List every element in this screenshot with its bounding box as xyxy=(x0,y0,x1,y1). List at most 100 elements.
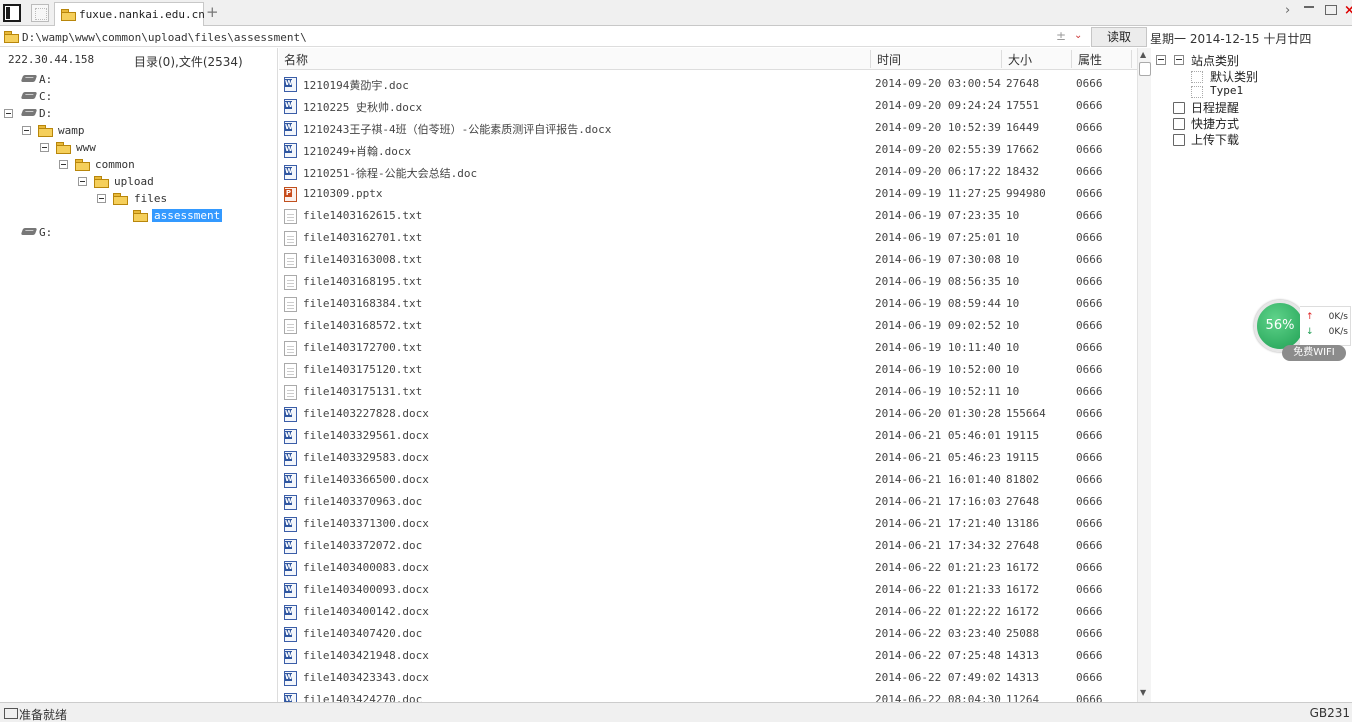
file-row[interactable]: file1403175131.txt 2014-06-19 10:52:11 10 0… xyxy=(279,381,1137,403)
file-row[interactable]: 1210309.pptx 2014-09-19 11:27:25 994980 066… xyxy=(279,183,1137,205)
file-attr: 0666 xyxy=(1076,649,1103,662)
site-category-label: 站点类别 xyxy=(1191,54,1240,68)
date-display: 星期一 2014-12-15 十月廿四 xyxy=(1150,32,1312,46)
schedule-label: 日程提醒 xyxy=(1191,101,1240,115)
file-row[interactable]: file1403168195.txt 2014-06-19 08:56:35 10 0… xyxy=(279,271,1137,293)
plus-minus-icon[interactable]: ± xyxy=(1056,29,1066,43)
encoding-indicator[interactable]: GB231 xyxy=(1310,706,1350,720)
collapse-icon[interactable] xyxy=(97,194,106,203)
scroll-thumb[interactable] xyxy=(1139,62,1151,76)
file-row[interactable]: file1403168572.txt 2014-06-19 09:02:52 10 0… xyxy=(279,315,1137,337)
upload-speed-value: 0K/s xyxy=(1328,312,1348,322)
file-name: file1403163008.txt xyxy=(303,253,423,266)
file-size: 16172 xyxy=(1006,583,1040,596)
read-button[interactable]: 读取 xyxy=(1091,27,1147,47)
minimize-icon[interactable] xyxy=(1304,6,1314,8)
status-bar: 准备就绪 GB231 xyxy=(0,702,1352,722)
column-header-name[interactable]: 名称 xyxy=(284,51,308,68)
file-row[interactable]: file1403370963.doc 2014-06-21 17:16:03 276… xyxy=(279,491,1137,513)
tab-fuxue[interactable]: fuxue.nankai.edu.cn xyxy=(54,2,205,26)
column-header-attr[interactable]: 属性 xyxy=(1078,51,1102,68)
file-row[interactable]: file1403172700.txt 2014-06-19 10:11:40 10 0… xyxy=(279,337,1137,359)
scroll-up-icon[interactable]: ▲ xyxy=(1140,50,1146,59)
file-row[interactable]: file1403162615.txt 2014-06-19 07:23:35 10 0… xyxy=(279,205,1137,227)
address-bar[interactable]: D:\wamp\www\common\upload\files\assessme… xyxy=(0,27,1090,47)
file-name: 1210249+肖翰.docx xyxy=(303,145,412,158)
vertical-scrollbar[interactable]: ▲ ▼ xyxy=(1137,48,1151,702)
word-doc-icon xyxy=(284,429,297,444)
file-row[interactable]: 1210225 史秋帅.docx 2014-09-20 09:24:24 17551… xyxy=(279,95,1137,117)
tab-label: fuxue.nankai.edu.cn xyxy=(79,8,205,21)
file-attr: 0666 xyxy=(1076,561,1103,574)
file-row[interactable]: file1403162701.txt 2014-06-19 07:25:01 10 0… xyxy=(279,227,1137,249)
network-widget[interactable]: 56% ↑ 0K/s ↓ 0K/s 免费WIFI xyxy=(1254,300,1352,364)
file-row[interactable]: 1210249+肖翰.docx 2014-09-20 02:55:39 17662 0… xyxy=(279,139,1137,161)
blank-tab-icon[interactable] xyxy=(31,4,49,22)
file-row[interactable]: file1403227828.docx 2014-06-20 01:30:28 15… xyxy=(279,403,1137,425)
file-row[interactable]: file1403400093.docx 2014-06-22 01:21:33 16… xyxy=(279,579,1137,601)
file-size: 10 xyxy=(1006,363,1020,376)
file-row[interactable]: file1403372072.doc 2014-06-21 17:34:32 276… xyxy=(279,535,1137,557)
download-arrow-icon: ↓ xyxy=(1306,327,1314,337)
collapse-icon[interactable] xyxy=(1156,55,1166,65)
file-row[interactable]: file1403366500.docx 2014-06-21 16:01:40 81… xyxy=(279,469,1137,491)
column-divider[interactable] xyxy=(1131,50,1132,68)
file-row[interactable]: 1210194黄劭宇.doc 2014-09-20 03:00:54 27648 06… xyxy=(279,73,1137,95)
file-row[interactable]: file1403329561.docx 2014-06-21 05:46:01 19… xyxy=(279,425,1137,447)
upload-download-label: 上传下载 xyxy=(1191,133,1240,147)
file-row[interactable]: file1403163008.txt 2014-06-19 07:30:08 10 0… xyxy=(279,249,1137,271)
collapse-icon[interactable] xyxy=(40,143,49,152)
file-size: 10 xyxy=(1006,319,1020,332)
close-icon[interactable]: × xyxy=(1344,3,1352,18)
text-file-icon xyxy=(284,275,297,290)
file-size: 17662 xyxy=(1006,143,1040,156)
column-divider[interactable] xyxy=(1071,50,1072,68)
column-header-time[interactable]: 时间 xyxy=(877,51,901,68)
file-row[interactable]: file1403371300.docx 2014-06-21 17:21:40 13… xyxy=(279,513,1137,535)
address-path[interactable]: D:\wamp\www\common\upload\files\assessme… xyxy=(22,31,307,44)
file-row[interactable]: file1403168384.txt 2014-06-19 08:59:44 10 0… xyxy=(279,293,1137,315)
file-size: 19115 xyxy=(1006,451,1040,464)
column-divider[interactable] xyxy=(870,50,871,68)
file-name: file1403407420.doc xyxy=(303,627,423,640)
file-row[interactable]: file1403400083.docx 2014-06-22 01:21:23 16… xyxy=(279,557,1137,579)
chevron-down-icon[interactable]: ⌄ xyxy=(1074,30,1082,41)
column-divider[interactable] xyxy=(1001,50,1002,68)
file-size: 14313 xyxy=(1006,671,1040,684)
download-speed-value: 0K/s xyxy=(1328,327,1348,337)
file-row[interactable]: file1403421948.docx 2014-06-22 07:25:48 14… xyxy=(279,645,1137,667)
file-time: 2014-06-21 16:01:40 xyxy=(875,473,1001,486)
scroll-down-icon[interactable]: ▼ xyxy=(1140,688,1146,697)
file-name: 1210194黄劭宇.doc xyxy=(303,79,409,92)
folder-icon xyxy=(4,31,19,43)
file-row[interactable]: 1210251-徐程-公能大会总结.doc 2014-09-20 06:17:22… xyxy=(279,161,1137,183)
file-row[interactable]: file1403175120.txt 2014-06-19 10:52:00 10 0… xyxy=(279,359,1137,381)
file-size: 16172 xyxy=(1006,605,1040,618)
file-row[interactable]: file1403400142.docx 2014-06-22 01:22:22 16… xyxy=(279,601,1137,623)
collapse-icon[interactable] xyxy=(22,126,31,135)
folder-icon xyxy=(113,193,128,205)
free-wifi-button[interactable]: 免费WIFI xyxy=(1282,345,1346,361)
sidebar-toggle-icon[interactable] xyxy=(3,4,21,22)
column-header-size[interactable]: 大小 xyxy=(1008,51,1032,68)
file-time: 2014-06-21 17:16:03 xyxy=(875,495,1001,508)
file-row[interactable]: file1403407420.doc 2014-06-22 03:23:40 250… xyxy=(279,623,1137,645)
collapse-icon[interactable] xyxy=(4,109,13,118)
file-time: 2014-06-21 17:34:32 xyxy=(875,539,1001,552)
collapse-icon[interactable] xyxy=(78,177,87,186)
maximize-icon[interactable] xyxy=(1325,5,1337,15)
file-attr: 0666 xyxy=(1076,605,1103,618)
file-time: 2014-06-19 08:59:44 xyxy=(875,297,1001,310)
file-time: 2014-06-19 10:52:11 xyxy=(875,385,1001,398)
file-row[interactable]: file1403423343.docx 2014-06-22 07:49:02 14… xyxy=(279,667,1137,689)
word-doc-icon xyxy=(284,143,297,158)
file-row[interactable]: 1210243王子祺-4班（伯苓班）-公能素质测评自评报告.docx 2014-0… xyxy=(279,117,1137,139)
new-tab-button[interactable]: + xyxy=(206,3,219,21)
chevron-right-icon[interactable]: › xyxy=(1285,3,1290,18)
file-size: 10 xyxy=(1006,297,1020,310)
tree-label: wamp xyxy=(58,124,85,137)
collapse-icon[interactable] xyxy=(59,160,68,169)
file-name: file1403168384.txt xyxy=(303,297,423,310)
file-attr: 0666 xyxy=(1076,275,1103,288)
file-row[interactable]: file1403329583.docx 2014-06-21 05:46:23 19… xyxy=(279,447,1137,469)
